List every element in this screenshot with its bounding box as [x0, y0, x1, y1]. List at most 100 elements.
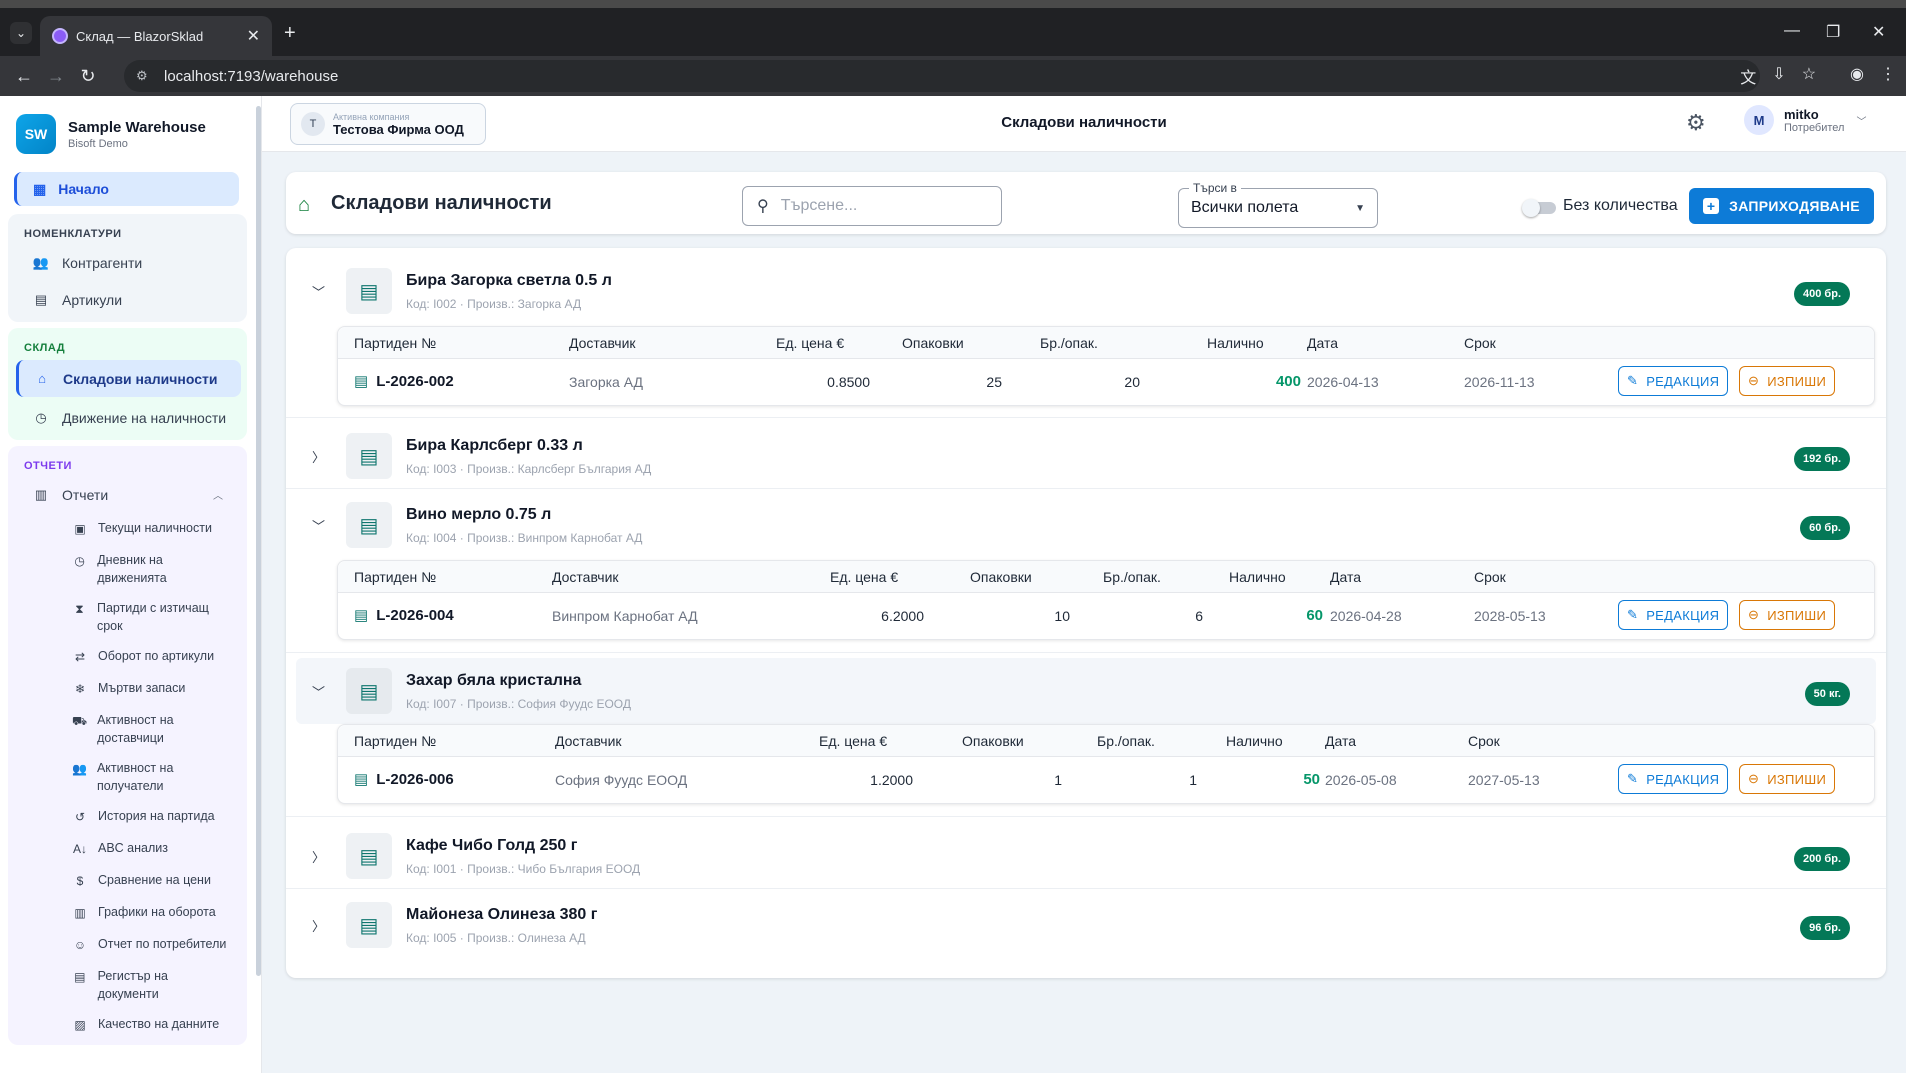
tab-list-button[interactable]: ⌄	[10, 22, 32, 44]
product-row[interactable]: ﹀ ▤ Бира Загорка светла 0.5 л Код: I002 …	[296, 260, 1876, 320]
search-icon: ⚲	[757, 198, 769, 215]
chevron-up-icon: ︿	[213, 491, 223, 502]
reload-icon[interactable]: ↻	[72, 66, 104, 87]
writeoff-button[interactable]: ⊖ ИЗПИШИ	[1739, 600, 1836, 630]
archive-icon: ▤	[34, 291, 48, 307]
col-price: Ед. цена €	[830, 569, 899, 585]
product-name: Захар бяла кристална	[406, 672, 582, 689]
user-avatar: M	[1744, 105, 1774, 135]
sidebar-item-articles[interactable]: ▤ Артикули	[8, 281, 247, 318]
sidebar-item-label: Движение на наличности	[62, 409, 227, 426]
batch-price: 1.2000	[870, 772, 913, 788]
forward-icon[interactable]: →	[40, 66, 72, 87]
edit-button[interactable]: ✎ РЕДАКЦИЯ	[1618, 366, 1729, 396]
report-dead-stock[interactable]: ❄ Мъртви запаси	[8, 673, 247, 705]
minus-circle-icon: ⊖	[1748, 373, 1760, 388]
minimize-icon[interactable]: —	[1784, 22, 1800, 40]
chevron-right-icon[interactable]: 〉	[312, 847, 325, 866]
sidebar-item-label: Артикули	[62, 291, 123, 308]
report-users[interactable]: ☺ Отчет по потребители	[8, 929, 247, 961]
sidebar-item-reports[interactable]: ▥ Отчети ︿	[8, 476, 247, 513]
report-data-quality[interactable]: ▨ Качество на данните	[8, 1009, 247, 1041]
report-suppliers[interactable]: ⛟ Активност на доставчици	[8, 705, 247, 753]
close-tab-icon[interactable]: ✕	[247, 26, 260, 46]
edit-button[interactable]: ✎ РЕДАКЦИЯ	[1618, 600, 1729, 630]
group-title: НОМЕНКЛАТУРИ	[24, 228, 122, 240]
chevron-right-icon[interactable]: 〉	[312, 447, 325, 466]
no-quantity-toggle[interactable]	[1522, 199, 1556, 217]
snowflake-icon: ❄	[74, 682, 86, 696]
archive-icon: ▤	[74, 970, 86, 984]
product-row[interactable]: 〉 ▤ Бира Карлсберг 0.33 л Код: I003 · Пр…	[296, 425, 1876, 485]
sidebar-item-movements[interactable]: ◷ Движение на наличности	[8, 399, 247, 436]
minus-circle-icon: ⊖	[1748, 771, 1760, 786]
report-movement-journal[interactable]: ◷ Дневник на движенията	[8, 545, 247, 593]
chevron-down-icon[interactable]: ﹀	[312, 282, 325, 301]
product-box-icon: ▤	[346, 502, 392, 548]
dashboard-icon: ▦	[33, 180, 47, 197]
browser-tab[interactable]: Склад — BlazorSklad ✕	[40, 16, 272, 56]
app-favicon-icon	[52, 28, 68, 44]
box-icon: ▤	[354, 607, 369, 624]
report-batch-history[interactable]: ↺ История на партида	[8, 801, 247, 833]
report-turnover-charts[interactable]: ▥ Графики на оборота	[8, 897, 247, 929]
report-turnover[interactable]: ⇄ Оборот по артикули	[8, 641, 247, 673]
address-bar[interactable]: ⚙ localhost:7193/warehouse	[124, 60, 1760, 92]
product-row[interactable]: ﹀ ▤ Захар бяла кристална Код: I007 · Про…	[296, 658, 1876, 724]
edit-button[interactable]: ✎ РЕДАКЦИЯ	[1618, 764, 1729, 794]
receive-button-label: ЗАПРИХОДЯВАНЕ	[1729, 198, 1860, 214]
report-expiring-batches[interactable]: ⧗ Партиди с изтичащ срок	[8, 593, 247, 641]
browser-menu-icon[interactable]: ⋮	[1880, 64, 1896, 88]
image-icon: ▨	[74, 1018, 86, 1032]
back-icon[interactable]: ←	[8, 66, 40, 87]
writeoff-button[interactable]: ⊖ ИЗПИШИ	[1739, 764, 1836, 794]
user-menu[interactable]: M mitko Потребител ﹀	[1744, 105, 1866, 135]
search-field-value: Всички полета	[1191, 199, 1299, 216]
new-tab-icon[interactable]: +	[284, 22, 296, 45]
col-per-pack: Бр./опак.	[1040, 335, 1098, 351]
brand[interactable]: SW Sample Warehouse Bisoft Demo	[0, 96, 261, 168]
chevron-down-icon[interactable]: ﹀	[312, 516, 325, 535]
group-nomenclatures: НОМЕНКЛАТУРИ 👥 Контрагенти ▤ Артикули	[8, 214, 247, 322]
no-quantity-label: Без количества	[1563, 197, 1678, 214]
product-row[interactable]: ﹀ ▤ Вино мерло 0.75 л Код: I004 · Произв…	[296, 494, 1876, 554]
report-abc[interactable]: A↓ ABC анализ	[8, 833, 247, 865]
receive-button[interactable]: + ЗАПРИХОДЯВАНЕ	[1689, 188, 1874, 224]
col-packs: Опаковки	[962, 733, 1024, 749]
install-icon[interactable]: ⇩	[1772, 64, 1785, 88]
people-icon: 👥	[72, 762, 87, 776]
product-row[interactable]: 〉 ▤ Майонеза Олинеза 380 г Код: I005 · П…	[296, 894, 1876, 954]
sidebar-item-stock[interactable]: ⌂ Складови наличности	[16, 360, 241, 397]
search-field-select[interactable]: Търси в Всички полета ▼	[1178, 181, 1378, 228]
group-title: СКЛАД	[24, 342, 66, 354]
product-name: Кафе Чибо Голд 250 г	[406, 837, 578, 854]
hourglass-icon: ⧗	[75, 602, 84, 616]
batch-lot-text: L-2026-004	[376, 607, 454, 624]
report-price-compare[interactable]: $ Сравнение на цени	[8, 865, 247, 897]
col-expiry: Срок	[1464, 335, 1496, 351]
writeoff-button[interactable]: ⊖ ИЗПИШИ	[1739, 366, 1836, 396]
restore-icon[interactable]: ❐	[1826, 22, 1840, 42]
translate-icon[interactable]: 文	[1740, 64, 1756, 88]
browser-toolbar: ← → ↻ ⚙ localhost:7193/warehouse 文 ⇩ ☆ ◉…	[0, 56, 1906, 96]
site-info-icon[interactable]: ⚙	[136, 68, 152, 84]
sidebar-item-home[interactable]: ▦ Начало	[14, 172, 239, 206]
sidebar-scrollbar[interactable]	[256, 106, 261, 976]
col-date: Дата	[1325, 733, 1357, 749]
product-row[interactable]: 〉 ▤ Кафе Чибо Голд 250 г Код: I001 · Про…	[296, 825, 1876, 885]
bookmark-star-icon[interactable]: ☆	[1802, 64, 1816, 88]
profile-icon[interactable]: ◉	[1850, 64, 1864, 88]
batch-expiry: 2026-11-13	[1464, 374, 1535, 390]
sidebar-item-contractors[interactable]: 👥 Контрагенти	[8, 244, 247, 281]
chevron-down-icon[interactable]: ﹀	[312, 682, 325, 701]
settings-gear-icon[interactable]: ⚙	[1686, 110, 1706, 136]
report-label: Дневник на движенията	[97, 553, 167, 585]
report-recipients[interactable]: 👥 Активност на получатели	[8, 753, 247, 801]
report-current-stock[interactable]: ▣ Текущи наличности	[8, 513, 247, 545]
window-close-icon[interactable]: ✕	[1872, 22, 1885, 42]
product-box-icon: ▤	[346, 833, 392, 879]
chevron-right-icon[interactable]: 〉	[312, 916, 325, 935]
search-input[interactable]: ⚲ Търсене...	[742, 186, 1002, 226]
report-documents[interactable]: ▤ Регистър на документи	[8, 961, 247, 1009]
browser-tabstrip: ⌄ Склад — BlazorSklad ✕ + — ❐ ✕	[0, 0, 1906, 56]
